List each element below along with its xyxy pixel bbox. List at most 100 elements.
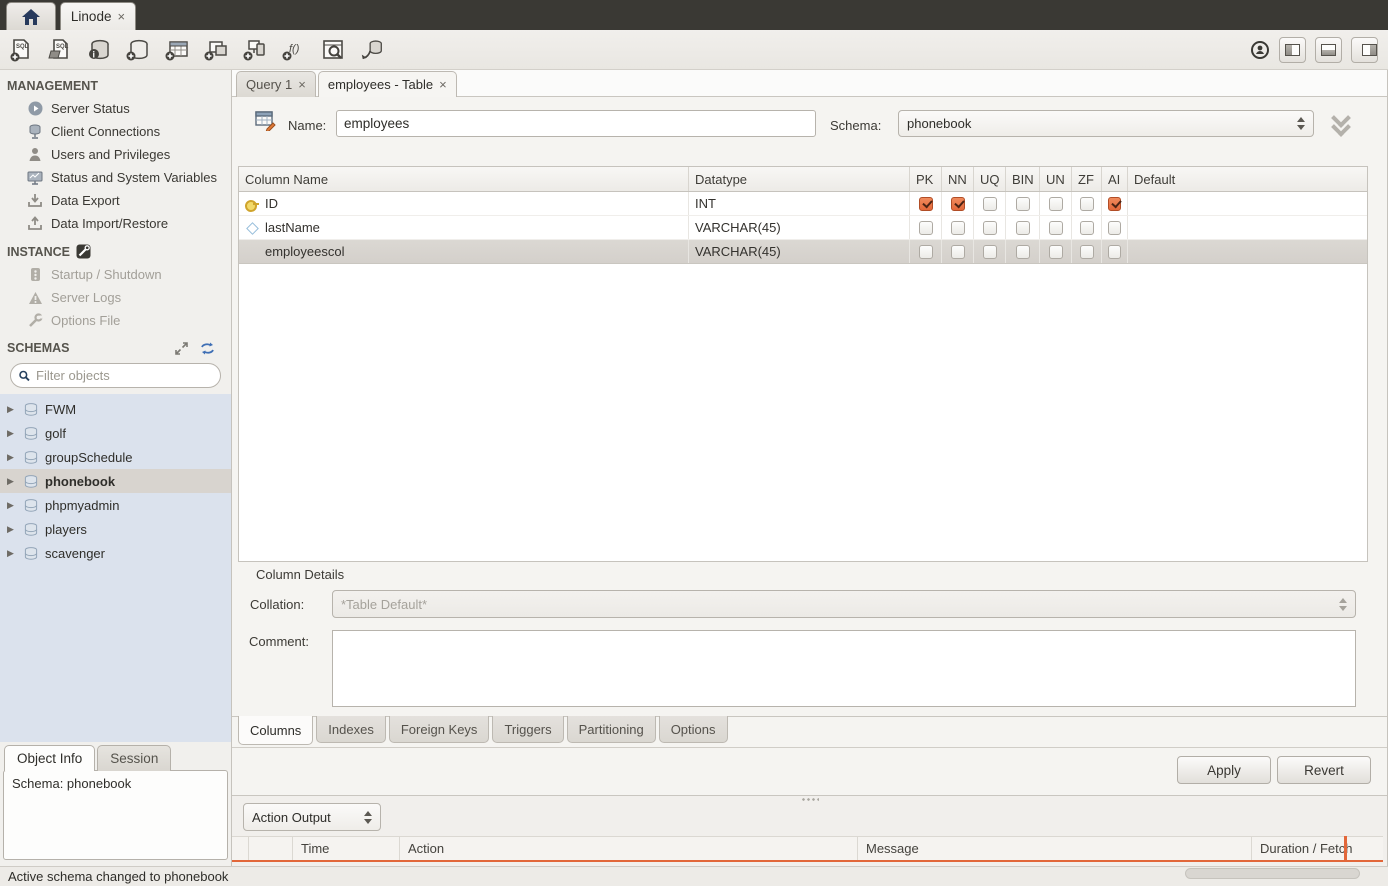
comment-textarea[interactable] bbox=[332, 630, 1356, 707]
close-icon[interactable]: × bbox=[439, 80, 447, 90]
tab-triggers[interactable]: Triggers bbox=[492, 716, 563, 743]
sidebar-item-options-file[interactable]: Options File bbox=[0, 309, 231, 332]
pk-checkbox[interactable] bbox=[919, 221, 933, 235]
row-index-column bbox=[249, 837, 293, 860]
open-sql-file-icon[interactable]: SQL bbox=[47, 37, 73, 63]
apply-button[interactable]: Apply bbox=[1177, 756, 1271, 784]
un-checkbox[interactable] bbox=[1049, 197, 1063, 211]
tab-options[interactable]: Options bbox=[659, 716, 728, 743]
expander-icon[interactable]: ▶ bbox=[7, 428, 17, 438]
bin-checkbox[interactable] bbox=[1016, 245, 1030, 259]
uq-checkbox[interactable] bbox=[983, 221, 997, 235]
tab-object-info[interactable]: Object Info bbox=[4, 745, 95, 771]
schema-icon bbox=[24, 427, 38, 440]
sidebar-item-system-variables[interactable]: Status and System Variables bbox=[0, 166, 231, 189]
ai-checkbox[interactable] bbox=[1108, 197, 1121, 211]
nn-checkbox[interactable] bbox=[951, 245, 965, 259]
create-schema-icon[interactable] bbox=[125, 37, 151, 63]
table-row[interactable]: lastNameVARCHAR(45) bbox=[239, 216, 1367, 240]
schema-item[interactable]: ▶ groupSchedule bbox=[0, 445, 231, 469]
schema-icon bbox=[24, 523, 38, 536]
revert-button[interactable]: Revert bbox=[1277, 756, 1371, 784]
splitter-grip[interactable] bbox=[801, 797, 819, 802]
schema-item[interactable]: ▶ scavenger bbox=[0, 541, 231, 565]
sidebar-item-startup-shutdown[interactable]: Startup / Shutdown bbox=[0, 263, 231, 286]
main-area: Query 1 × employees - Table × Name: Sche… bbox=[232, 70, 1388, 866]
search-table-data-icon[interactable] bbox=[320, 37, 346, 63]
pk-checkbox[interactable] bbox=[919, 245, 933, 259]
uq-checkbox[interactable] bbox=[983, 197, 997, 211]
tab-indexes[interactable]: Indexes bbox=[316, 716, 386, 743]
table-name-input[interactable] bbox=[336, 110, 816, 137]
tab-partitioning[interactable]: Partitioning bbox=[567, 716, 656, 743]
expand-header-icon[interactable] bbox=[1330, 113, 1356, 135]
output-view-select[interactable]: Action Output bbox=[243, 803, 381, 831]
create-table-icon[interactable] bbox=[164, 37, 190, 63]
close-icon[interactable]: × bbox=[117, 12, 125, 22]
collation-select[interactable]: *Table Default* bbox=[332, 590, 1356, 618]
create-procedure-icon[interactable] bbox=[242, 37, 268, 63]
ai-checkbox[interactable] bbox=[1108, 221, 1121, 235]
apply-bar: Apply Revert bbox=[232, 747, 1387, 795]
zf-checkbox[interactable] bbox=[1080, 197, 1094, 211]
nn-checkbox[interactable] bbox=[951, 221, 965, 235]
pk-checkbox[interactable] bbox=[919, 197, 933, 211]
bin-checkbox[interactable] bbox=[1016, 221, 1030, 235]
ai-checkbox[interactable] bbox=[1108, 245, 1121, 259]
sidebar-item-client-connections[interactable]: Client Connections bbox=[0, 120, 231, 143]
create-view-icon[interactable] bbox=[203, 37, 229, 63]
schema-item[interactable]: ▶ golf bbox=[0, 421, 231, 445]
schema-label: Schema: bbox=[830, 118, 881, 133]
status-circle-icon[interactable] bbox=[1250, 40, 1270, 60]
schema-item[interactable]: ▶ players bbox=[0, 517, 231, 541]
close-icon[interactable]: × bbox=[298, 80, 306, 90]
refresh-schemas-icon[interactable] bbox=[200, 342, 215, 355]
tab-employees-table[interactable]: employees - Table × bbox=[318, 71, 457, 97]
expander-icon[interactable]: ▶ bbox=[7, 452, 17, 462]
toggle-bottom-panel-icon[interactable] bbox=[1315, 37, 1342, 63]
sidebar-item-data-export[interactable]: Data Export bbox=[0, 189, 231, 212]
expander-icon[interactable]: ▶ bbox=[7, 404, 17, 414]
toggle-left-panel-icon[interactable] bbox=[1279, 37, 1306, 63]
uq-checkbox[interactable] bbox=[983, 245, 997, 259]
bin-checkbox[interactable] bbox=[1016, 197, 1030, 211]
expander-icon[interactable]: ▶ bbox=[7, 548, 17, 558]
schema-item[interactable]: ▶ FWM bbox=[0, 397, 231, 421]
schema-icon bbox=[24, 403, 38, 416]
schema-select[interactable]: phonebook bbox=[898, 110, 1314, 137]
expander-icon[interactable]: ▶ bbox=[7, 500, 17, 510]
sidebar-item-users-privileges[interactable]: Users and Privileges bbox=[0, 143, 231, 166]
schema-inspector-icon[interactable]: i bbox=[86, 37, 112, 63]
new-sql-tab-icon[interactable]: SQL bbox=[8, 37, 34, 63]
columns-grid: Column Name Datatype PK NN UQ BIN UN ZF … bbox=[238, 166, 1368, 562]
expand-schemas-icon[interactable] bbox=[175, 342, 188, 355]
sidebar-item-server-status[interactable]: Server Status bbox=[0, 97, 231, 120]
sidebar-item-data-import[interactable]: Data Import/Restore bbox=[0, 212, 231, 235]
toggle-right-panel-icon[interactable] bbox=[1351, 37, 1378, 63]
tab-foreign-keys[interactable]: Foreign Keys bbox=[389, 716, 490, 743]
zf-checkbox[interactable] bbox=[1080, 245, 1094, 259]
schema-filter-input[interactable] bbox=[36, 368, 212, 383]
sidebar-item-server-logs[interactable]: Server Logs bbox=[0, 286, 231, 309]
expander-icon[interactable]: ▶ bbox=[7, 524, 17, 534]
reconnect-dbms-icon[interactable] bbox=[359, 37, 385, 63]
schema-item[interactable]: ▶ phpmyadmin bbox=[0, 493, 231, 517]
un-checkbox[interactable] bbox=[1049, 245, 1063, 259]
zf-checkbox[interactable] bbox=[1080, 221, 1094, 235]
un-checkbox[interactable] bbox=[1049, 221, 1063, 235]
tab-columns[interactable]: Columns bbox=[238, 716, 313, 745]
tab-query-1[interactable]: Query 1 × bbox=[236, 71, 316, 97]
schema-item-selected[interactable]: ▶ phonebook bbox=[0, 469, 231, 493]
home-tab[interactable] bbox=[6, 2, 56, 30]
horizontal-scrollbar-thumb[interactable] bbox=[1185, 868, 1360, 879]
expander-icon[interactable]: ▶ bbox=[7, 476, 17, 486]
svg-text:SQL: SQL bbox=[56, 44, 69, 50]
navigator-sidebar: MANAGEMENT Server Status Client Connecti… bbox=[0, 70, 232, 866]
table-row[interactable]: IDINT bbox=[239, 192, 1367, 216]
spinner-icon bbox=[364, 811, 372, 824]
create-function-icon[interactable]: f() bbox=[281, 37, 307, 63]
connection-tab[interactable]: Linode × bbox=[60, 2, 136, 30]
table-row[interactable]: employeescolVARCHAR(45) bbox=[239, 240, 1367, 264]
nn-checkbox[interactable] bbox=[951, 197, 965, 211]
tab-session[interactable]: Session bbox=[97, 745, 171, 771]
